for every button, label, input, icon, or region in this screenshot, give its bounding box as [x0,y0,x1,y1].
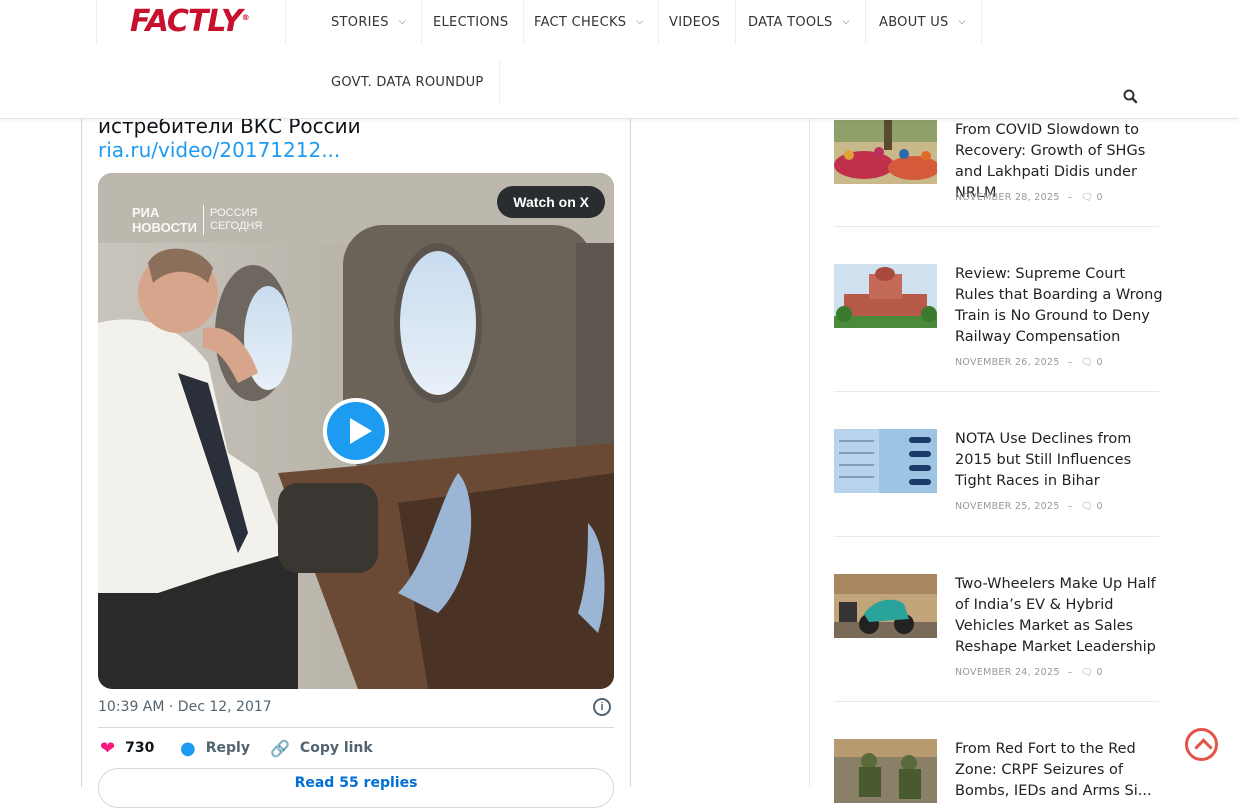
chevron-down-icon: ⌵ [398,17,406,27]
watermark-text: НОВОСТИ [132,220,198,235]
heart-icon: ❤ [100,737,116,759]
post-thumbnail[interactable] [834,264,937,328]
watermark-text: РОССИЯ [210,207,258,219]
comment-count[interactable]: 0 [1096,192,1102,203]
comment-count[interactable]: 0 [1096,501,1102,512]
post-thumbnail[interactable] [834,574,937,638]
comment-count[interactable]: 0 [1096,357,1102,368]
like-count: 730 [125,740,155,756]
post-date: NOVEMBER 28, 2025 [955,192,1060,203]
nav-fact-checks[interactable]: FACT CHECKS ⌵ [519,0,660,44]
post-meta: NOVEMBER 24, 2025– 🗨 0 [955,667,1103,678]
tweet-link[interactable]: ria.ru/video/20171212... [98,138,340,162]
site-header: FACTLY® STORIES ⌵ ELECTIONS FACT CHECKS ⌵ … [0,0,1239,119]
chevron-down-icon: ⌵ [958,17,966,27]
link-icon: 🔗 [270,738,290,758]
tweet-video[interactable]: РИА НОВОСТИ РОССИЯ СЕГОДНЯ Watch on X [98,173,614,689]
reply-button[interactable]: ● Reply [180,737,250,759]
comment-icon[interactable]: 🗨 [1081,357,1093,368]
watch-on-x-button[interactable]: Watch on X [497,186,605,218]
nav-label: ELECTIONS [433,14,509,30]
logo-container[interactable]: FACTLY® [96,0,286,44]
post-date: NOVEMBER 24, 2025 [955,667,1060,678]
divider [834,226,1159,227]
nav-label: VIDEOS [669,14,721,30]
copy-link-label: Copy link [299,740,373,756]
post-title[interactable]: From Red Fort to the Red Zone: CRPF Seiz… [955,739,1165,802]
post-title[interactable]: NOTA Use Declines from 2015 but Still In… [955,429,1165,492]
divider [834,391,1159,392]
logo-text: FACTLY [130,4,243,39]
chevron-down-icon: ⌵ [636,17,644,27]
nav-stories[interactable]: STORIES ⌵ [316,0,422,44]
chevron-down-icon: ⌵ [842,17,850,27]
tweet-timestamp[interactable]: 10:39 AM · Dec 12, 2017 [98,699,272,715]
info-icon[interactable]: i [593,698,611,716]
nav-govt-data-roundup[interactable]: GOVT. DATA ROUNDUP [316,60,500,104]
scroll-to-top-icon[interactable] [1185,728,1218,761]
nav-label: ABOUT US [879,14,949,30]
nav-label: DATA TOOLS [748,14,833,30]
reply-label: Reply [205,740,250,756]
post-thumbnail[interactable] [834,120,937,184]
nav-videos[interactable]: VIDEOS [654,0,737,44]
nav-about-us[interactable]: ABOUT US ⌵ [864,0,982,44]
read-replies-button[interactable]: Read 55 replies [98,768,614,808]
watermark-text: РИА [132,205,160,220]
divider [834,701,1159,702]
nav-label: FACT CHECKS [534,14,627,30]
nav-data-tools[interactable]: DATA TOOLS ⌵ [733,0,866,44]
nav-label: GOVT. DATA ROUNDUP [331,74,484,90]
nav-elections[interactable]: ELECTIONS [418,0,525,44]
copy-link-button[interactable]: 🔗 Copy link [270,738,373,758]
like-button[interactable]: ❤ 730 [100,737,155,759]
divider [98,727,614,728]
post-title[interactable]: Two-Wheelers Make Up Half of India’s EV … [955,574,1165,658]
speech-bubble-icon: ● [180,737,196,759]
post-date: NOVEMBER 25, 2025 [955,501,1060,512]
search-icon[interactable] [1122,88,1140,106]
post-meta: NOVEMBER 26, 2025– 🗨 0 [955,357,1103,368]
comment-icon[interactable]: 🗨 [1081,192,1093,203]
post-meta: NOVEMBER 28, 2025– 🗨 0 [955,192,1103,203]
column-divider [809,119,810,787]
post-meta: NOVEMBER 25, 2025– 🗨 0 [955,501,1103,512]
comment-icon[interactable]: 🗨 [1081,501,1093,512]
watermark-text: СЕГОДНЯ [210,220,263,232]
post-thumbnail[interactable] [834,739,937,803]
play-icon[interactable] [323,398,389,464]
post-date: NOVEMBER 26, 2025 [955,357,1060,368]
divider [834,536,1159,537]
post-thumbnail[interactable] [834,429,937,493]
nav-label: STORIES [331,14,389,30]
post-title[interactable]: Review: Supreme Court Rules that Boardin… [955,264,1165,348]
comment-icon[interactable]: 🗨 [1081,667,1093,678]
site-logo[interactable]: FACTLY® [130,4,250,39]
comment-count[interactable]: 0 [1096,667,1102,678]
ria-novosti-watermark: РИА НОВОСТИ РОССИЯ СЕГОДНЯ [132,205,262,235]
